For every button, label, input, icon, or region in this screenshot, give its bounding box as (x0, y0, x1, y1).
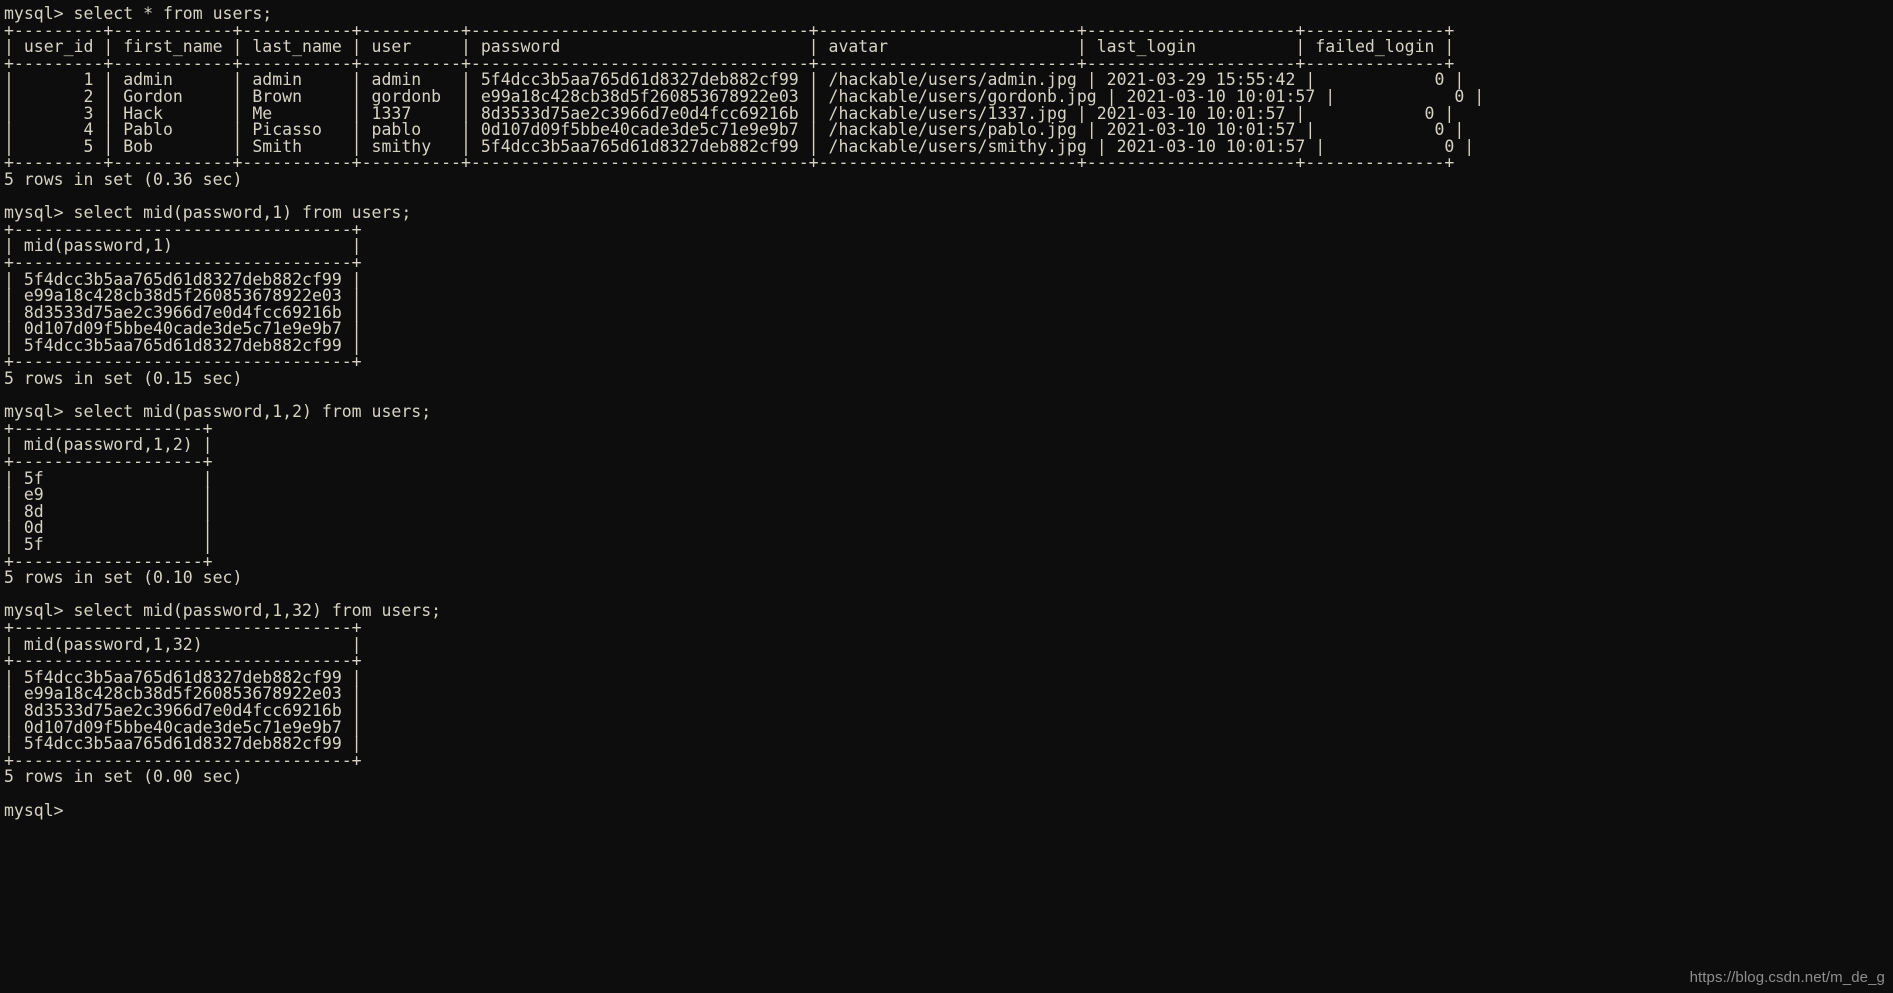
terminal-output: mysql> select * from users; +---------+-… (4, 4, 1485, 820)
terminal-window[interactable]: mysql> select * from users; +---------+-… (0, 0, 1893, 993)
watermark-url: https://blog.csdn.net/m_de_g (1689, 969, 1885, 987)
